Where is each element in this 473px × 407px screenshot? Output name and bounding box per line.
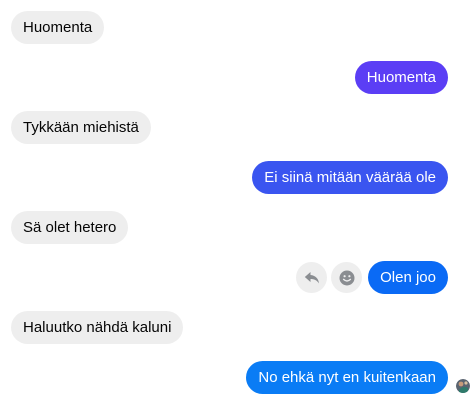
reply-icon — [304, 271, 319, 283]
avatar-icon — [456, 379, 470, 393]
outgoing-message[interactable]: Huomenta — [354, 61, 448, 94]
outgoing-message[interactable]: No ehkä nyt en kuitenkaan — [246, 361, 448, 394]
reply-button[interactable] — [296, 262, 327, 293]
incoming-message[interactable]: Tykkään miehistä — [11, 111, 151, 144]
outgoing-message[interactable]: Olen joo — [368, 261, 448, 294]
incoming-message[interactable]: Huomenta — [11, 11, 105, 44]
outgoing-message[interactable]: Ei siinä mitään väärää ole — [252, 161, 448, 194]
react-button[interactable] — [331, 262, 362, 293]
incoming-message[interactable]: Sä olet hetero — [11, 211, 129, 244]
incoming-message[interactable]: Haluutko nähdä kaluni — [11, 311, 184, 344]
react-icon — [339, 270, 354, 285]
seen-avatar — [456, 379, 470, 393]
